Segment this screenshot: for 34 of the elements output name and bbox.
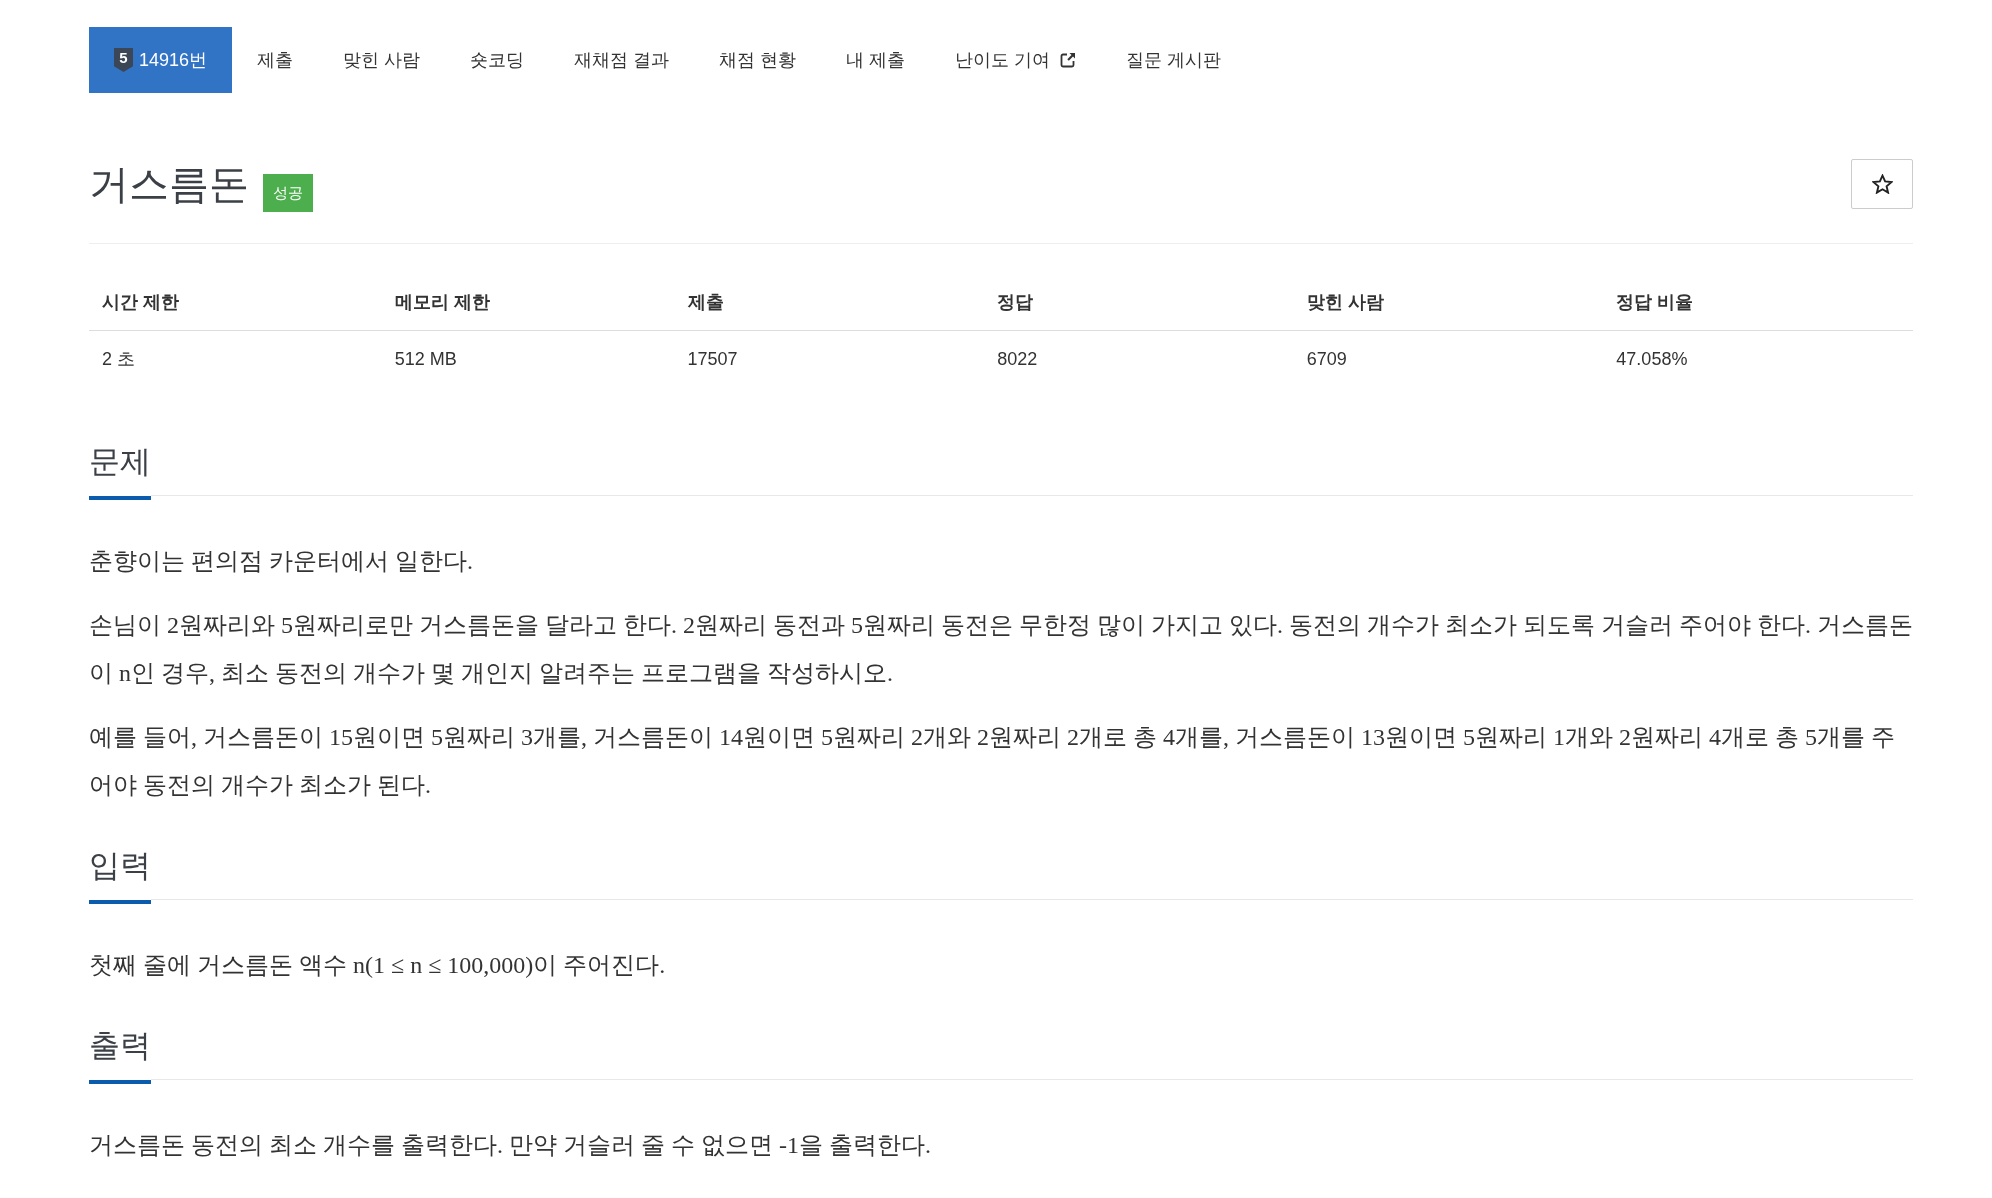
nav-tab[interactable]: 5 14916번 — [89, 27, 233, 93]
paragraph: 손님이 2원짜리와 5원짜리로만 거스름돈을 달라고 한다. 2원짜리 동전과 5원짜리 동전은 무한정 많이 가지고 있다. 동전의 개수가 최소가 되도록 거슬러 주어야 한다. 거스름돈이 n인 경우, 최소 동전의 개수가 몇 개인지 알려주는 프로그램을 작성하시오. — [89, 611, 1913, 688]
external-link-icon — [1060, 52, 1077, 68]
nav-tab[interactable]: 난이도 기여 — [930, 27, 1102, 93]
column-header: 정답 비율 — [1603, 274, 1913, 331]
column-header: 메모리 제한 — [381, 274, 675, 331]
column-header: 제출 — [674, 274, 985, 331]
tier-badge: 5 — [114, 48, 133, 72]
column-header: 정답 — [984, 274, 1294, 331]
table-cell: 6709 — [1293, 330, 1604, 387]
nav-tab[interactable]: 제출 — [232, 27, 319, 93]
star-button[interactable] — [1851, 159, 1913, 209]
nav-tab[interactable]: 내 제출 — [821, 27, 931, 93]
nav-tab[interactable]: 질문 게시판 — [1101, 27, 1247, 93]
paragraph: 거스름돈 동전의 최소 개수를 출력한다. 만약 거슬러 줄 수 없으면 -1을 출력한다. — [89, 1131, 932, 1160]
section-heading: 문제 — [89, 440, 151, 500]
nav-tab[interactable]: 채점 현황 — [694, 27, 822, 93]
paragraph: 첫째 줄에 거스름돈 액수 n(1 ≤ n ≤ 100,000)이 주어진다. — [89, 951, 667, 980]
nav-tab[interactable]: 숏코딩 — [445, 27, 550, 93]
status-badge: 성공 — [263, 174, 313, 212]
table-cell: 47.058% — [1603, 330, 1913, 387]
section-heading: 출력 — [89, 1024, 151, 1084]
table-cell: 2 초 — [89, 330, 382, 387]
paragraph: 예를 들어, 거스름돈이 15원이면 5원짜리 3개를, 거스름돈이 14원이면 5원짜리 2개와 2원짜리 2개로 총 4개를, 거스름돈이 13원이면 5원짜리 1개와 2원짜리 4개로 총 5개를 주어야 동전의 개수가 최소가 된다. — [89, 723, 1896, 800]
nav-tab[interactable]: 맞힌 사람 — [318, 27, 446, 93]
column-header: 시간 제한 — [89, 274, 382, 331]
table-cell: 8022 — [984, 330, 1294, 387]
table-cell: 512 MB — [381, 330, 675, 387]
nav-tab[interactable]: 재채점 결과 — [549, 27, 695, 93]
table-cell: 17507 — [674, 330, 985, 387]
paragraph: 춘향이는 편의점 카운터에서 일한다. — [89, 547, 474, 576]
column-header: 맞힌 사람 — [1293, 274, 1604, 331]
problem-title: 거스름돈 — [89, 161, 249, 208]
section-heading: 입력 — [89, 844, 151, 904]
